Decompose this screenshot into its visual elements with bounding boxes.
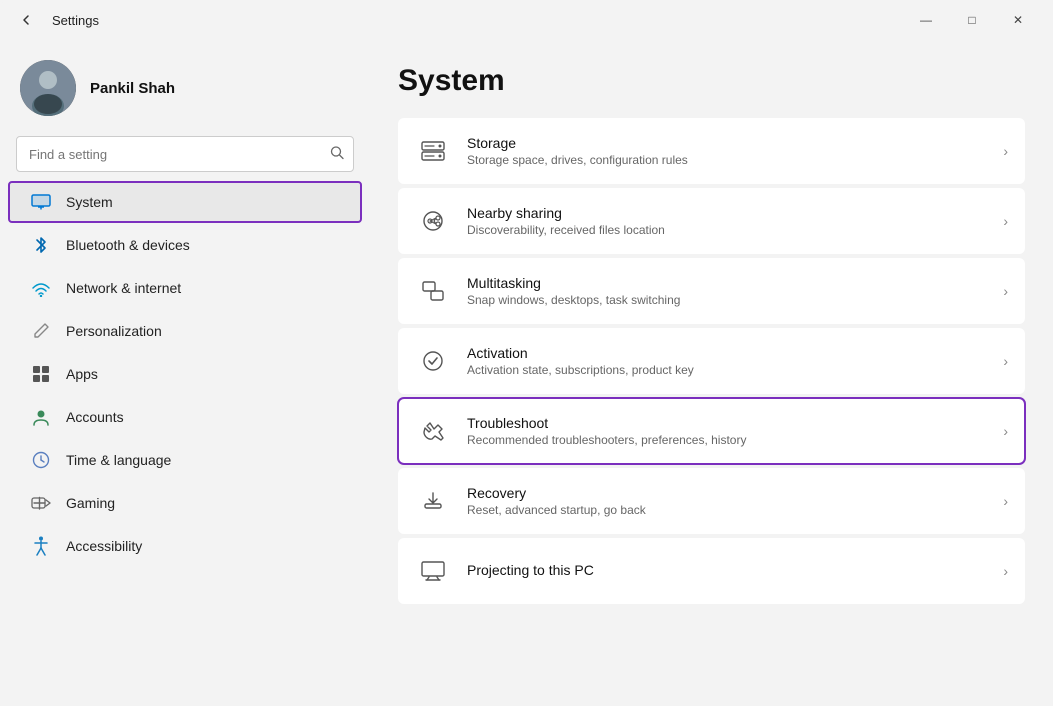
nearby-sharing-text: Nearby sharing Discoverability, received… [467, 205, 987, 237]
sidebar-item-accessibility[interactable]: Accessibility [8, 525, 362, 567]
multitasking-title: Multitasking [467, 275, 987, 291]
projecting-chevron: › [1003, 563, 1008, 579]
projecting-text: Projecting to this PC [467, 562, 987, 580]
nearby-sharing-title: Nearby sharing [467, 205, 987, 221]
storage-chevron: › [1003, 143, 1008, 159]
nearby-sharing-chevron: › [1003, 213, 1008, 229]
content-area: System Stora [370, 40, 1053, 706]
sidebar-item-gaming-label: Gaming [66, 495, 115, 511]
sidebar-item-personalization-label: Personalization [66, 323, 162, 339]
troubleshoot-title: Troubleshoot [467, 415, 987, 431]
search-icon [330, 146, 344, 163]
user-name: Pankil Shah [90, 80, 175, 97]
maximize-button[interactable]: □ [949, 4, 995, 36]
sidebar-item-apps[interactable]: Apps [8, 353, 362, 395]
activation-icon [415, 343, 451, 379]
troubleshoot-text: Troubleshoot Recommended troubleshooters… [467, 415, 987, 447]
settings-list: Storage Storage space, drives, configura… [398, 118, 1025, 604]
system-icon [30, 191, 52, 213]
activation-text: Activation Activation state, subscriptio… [467, 345, 987, 377]
sidebar-item-network-label: Network & internet [66, 280, 181, 296]
main-content: Pankil Shah [0, 40, 1053, 706]
settings-window: Settings — □ ✕ [0, 0, 1053, 706]
activation-title: Activation [467, 345, 987, 361]
sidebar-item-network[interactable]: Network & internet [8, 267, 362, 309]
troubleshoot-icon [415, 413, 451, 449]
projecting-title: Projecting to this PC [467, 562, 987, 578]
recovery-icon [415, 483, 451, 519]
apps-icon [30, 363, 52, 385]
storage-text: Storage Storage space, drives, configura… [467, 135, 987, 167]
avatar-image [20, 60, 76, 116]
avatar [20, 60, 76, 116]
sidebar-item-time[interactable]: Time & language [8, 439, 362, 481]
settings-item-nearby-sharing[interactable]: Nearby sharing Discoverability, received… [398, 188, 1025, 254]
personalization-icon [30, 320, 52, 342]
nearby-sharing-icon [415, 203, 451, 239]
titlebar: Settings — □ ✕ [0, 0, 1053, 40]
bluetooth-icon [30, 234, 52, 256]
sidebar-item-system[interactable]: System [8, 181, 362, 223]
storage-title: Storage [467, 135, 987, 151]
multitasking-icon [415, 273, 451, 309]
close-button[interactable]: ✕ [995, 4, 1041, 36]
troubleshoot-subtitle: Recommended troubleshooters, preferences… [467, 433, 987, 447]
nearby-sharing-subtitle: Discoverability, received files location [467, 223, 987, 237]
activation-subtitle: Activation state, subscriptions, product… [467, 363, 987, 377]
multitasking-text: Multitasking Snap windows, desktops, tas… [467, 275, 987, 307]
sidebar: Pankil Shah [0, 40, 370, 706]
time-icon [30, 449, 52, 471]
search-box [16, 136, 354, 172]
settings-item-storage[interactable]: Storage Storage space, drives, configura… [398, 118, 1025, 184]
storage-icon [415, 133, 451, 169]
sidebar-item-personalization[interactable]: Personalization [8, 310, 362, 352]
troubleshoot-chevron: › [1003, 423, 1008, 439]
accessibility-icon [30, 535, 52, 557]
network-icon [30, 277, 52, 299]
recovery-chevron: › [1003, 493, 1008, 509]
storage-subtitle: Storage space, drives, configuration rul… [467, 153, 987, 167]
sidebar-item-gaming[interactable]: Gaming [8, 482, 362, 524]
recovery-subtitle: Reset, advanced startup, go back [467, 503, 987, 517]
sidebar-item-accounts-label: Accounts [66, 409, 124, 425]
user-profile[interactable]: Pankil Shah [0, 40, 370, 136]
settings-item-multitasking[interactable]: Multitasking Snap windows, desktops, tas… [398, 258, 1025, 324]
settings-item-projecting[interactable]: Projecting to this PC › [398, 538, 1025, 604]
settings-item-recovery[interactable]: Recovery Reset, advanced startup, go bac… [398, 468, 1025, 534]
sidebar-item-accessibility-label: Accessibility [66, 538, 142, 554]
sidebar-item-system-label: System [66, 194, 113, 210]
sidebar-item-apps-label: Apps [66, 366, 98, 382]
back-button[interactable] [12, 6, 40, 34]
settings-item-troubleshoot[interactable]: Troubleshoot Recommended troubleshooters… [398, 398, 1025, 464]
activation-chevron: › [1003, 353, 1008, 369]
window-title: Settings [52, 13, 99, 28]
sidebar-item-bluetooth[interactable]: Bluetooth & devices [8, 224, 362, 266]
settings-item-activation[interactable]: Activation Activation state, subscriptio… [398, 328, 1025, 394]
multitasking-chevron: › [1003, 283, 1008, 299]
sidebar-item-time-label: Time & language [66, 452, 171, 468]
sidebar-nav: System Bluetooth & devices [0, 180, 370, 568]
projecting-icon [415, 553, 451, 589]
sidebar-item-bluetooth-label: Bluetooth & devices [66, 237, 190, 253]
search-input[interactable] [16, 136, 354, 172]
multitasking-subtitle: Snap windows, desktops, task switching [467, 293, 987, 307]
window-controls: — □ ✕ [903, 4, 1041, 36]
page-title: System [398, 64, 1025, 98]
sidebar-item-accounts[interactable]: Accounts [8, 396, 362, 438]
accounts-icon [30, 406, 52, 428]
recovery-title: Recovery [467, 485, 987, 501]
recovery-text: Recovery Reset, advanced startup, go bac… [467, 485, 987, 517]
minimize-button[interactable]: — [903, 4, 949, 36]
gaming-icon [30, 492, 52, 514]
